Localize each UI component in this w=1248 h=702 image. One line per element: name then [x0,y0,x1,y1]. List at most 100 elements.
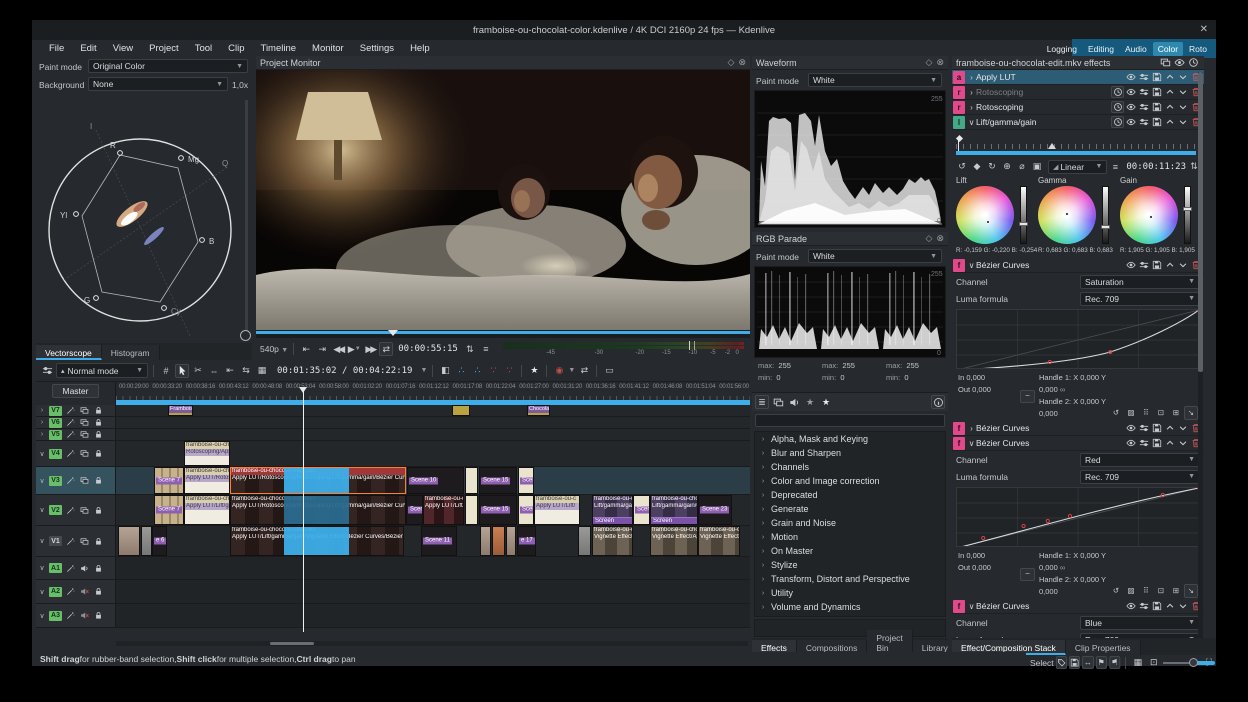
timeline-clip[interactable] [465,467,478,494]
subtitle-icon[interactable]: ▭ [602,364,616,378]
composition-screen[interactable]: Screen [651,517,697,524]
favorite-effects-icon[interactable]: ★ [819,395,833,409]
expand-chevron-icon[interactable]: ∨ [967,261,976,270]
timeline-clip[interactable]: Scene 7 [154,495,184,525]
track-collapse-chevron[interactable]: › [38,431,46,438]
overwrite-zone-icon[interactable]: ∴ [470,364,484,378]
enable-effect-eye-icon[interactable] [1124,101,1137,113]
track-collapse-chevron[interactable]: ∨ [38,612,46,620]
timeline-clip[interactable]: framboise-ou-chocolat-edit.mkvApply LUT/… [230,467,406,494]
curve-editor[interactable] [956,309,1200,369]
luma-formula-select[interactable]: Rec. 709▼ [1080,470,1200,484]
timeline-clip[interactable]: Scene 7 [154,467,184,494]
monitor-timecode[interactable]: 00:00:55:15 [398,344,458,354]
presets-icon[interactable] [1137,116,1150,128]
stack-clock-icon[interactable] [1186,56,1200,70]
close-panel-icon[interactable]: ⊗ [738,57,746,68]
effect-category-stylize[interactable]: ›Stylize [755,558,945,572]
workspace-tab-editing[interactable]: Editing [1083,42,1119,56]
menu-file[interactable]: File [42,41,71,56]
track-composite-icon[interactable] [79,448,90,459]
resize-icon[interactable]: ↔ [1082,656,1093,669]
move-effect-up-icon[interactable] [1163,600,1176,612]
effect-category-utility[interactable]: ›Utility [755,586,945,600]
slip-tool-icon[interactable]: ⇤ [223,364,237,378]
timeline-clip[interactable]: Scene 15 [479,495,517,525]
timecode-spinner[interactable]: ⇅ [463,342,477,356]
track-composite-icon[interactable] [79,405,90,416]
effect-row-bezier-curves[interactable]: f∨Bézier Curves [952,599,1204,614]
save-effect-icon[interactable] [1150,101,1163,113]
track-composite-icon[interactable] [79,429,90,440]
track-collapse-chevron[interactable]: ∨ [38,537,46,545]
keyframe-ruler[interactable] [952,136,1204,158]
expand-chevron-icon[interactable]: › [967,88,976,97]
presets-icon[interactable] [1137,101,1150,113]
timeline-clip[interactable]: Scene 10 [407,467,464,494]
effect-row-apply-lut[interactable]: a›Apply LUT [952,70,1204,85]
save-effect-icon[interactable] [1150,437,1163,449]
tab-clip-properties[interactable]: Clip Properties [1066,640,1141,655]
enable-effect-eye-icon[interactable] [1124,86,1137,98]
loop-zone-icon[interactable]: ⇄ [379,342,393,356]
timeline-clip[interactable]: e 17 [517,526,536,556]
save-zone-icon[interactable] [1069,656,1080,669]
monitor-resolution-select[interactable]: 540p ▼ [260,344,288,354]
move-effect-down-icon[interactable] [1176,422,1189,434]
timeline-timecode[interactable]: 00:01:35:02 / 00:04:22:19 [277,366,412,376]
track-header-v1[interactable]: ∨V1 [36,526,116,556]
enable-effect-eye-icon[interactable] [1124,259,1137,271]
timeline-clip[interactable]: framboise-ou-chocolat-edit.mkvApply LUT/… [230,495,406,525]
timeline-ruler[interactable]: 00:00:29:0000:00:33:2000:00:38:1600:00:4… [116,382,750,400]
fast-forward-icon[interactable]: ▶▶ [363,342,377,356]
timeline-clip[interactable] [492,526,505,556]
edit-mode-select[interactable]: ▴ Normal mode▼ [56,363,148,378]
track-lock-icon[interactable] [93,405,104,416]
rewind-icon[interactable]: ◀◀ [331,342,345,356]
move-effect-up-icon[interactable] [1163,116,1176,128]
timeline-clip[interactable] [578,526,591,556]
channel-select[interactable]: Red▼ [1080,453,1200,467]
wheel-luma-slider[interactable] [1102,186,1109,244]
track-effects-wand-icon[interactable] [65,610,76,621]
insert-zone-icon[interactable]: ∴ [454,364,468,378]
keyframe-options-icon[interactable]: ▣ [1030,160,1044,174]
tab-vectorscope[interactable]: Vectorscope [36,345,102,360]
timeline-clip[interactable]: Frambois [168,405,193,416]
select-label[interactable]: Select [1030,658,1054,668]
effect-category-color-and-image-correction[interactable]: ›Color and Image correction [755,474,945,488]
track-lock-icon[interactable] [93,475,104,486]
background-select[interactable]: None▼ [88,77,228,91]
wheel-disc[interactable] [1038,186,1096,244]
prev-keyframe-icon[interactable]: ↺ [955,160,969,174]
mix-clips-icon[interactable]: ◧ [438,364,452,378]
timeline-hscrollbar[interactable] [116,641,748,646]
spacer-tool-icon[interactable]: ⇔ [207,364,221,378]
track-lock-icon[interactable] [93,586,104,597]
menu-view[interactable]: View [106,41,140,56]
track-collapse-chevron[interactable]: › [38,419,46,426]
copy-effect-icon[interactable] [1144,56,1158,70]
save-effect-icon[interactable] [1150,259,1163,271]
track-lane-a3[interactable] [116,604,750,627]
workspace-tab-color[interactable]: Color [1153,42,1183,56]
zoom-in-curve-icon[interactable]: ⊞ [1169,584,1183,598]
effect-row-bezier-curves[interactable]: f∨Bézier Curves [952,436,1204,451]
reset-curve-icon[interactable]: ↺ [1109,406,1123,420]
expand-chevron-icon[interactable]: › [967,103,976,112]
timeline-settings-icon[interactable] [40,364,54,378]
waveform-titlebar[interactable]: Waveform ◇⊗ [752,56,948,70]
timeline-clip[interactable]: framboise-ou-choApply LUT/Rotosc [184,467,230,494]
grid-icon[interactable]: ⠿ [1139,406,1153,420]
track-lane-v5[interactable] [116,429,750,440]
move-effect-up-icon[interactable] [1163,259,1176,271]
playhead-marker[interactable] [1048,143,1056,149]
curve-editor[interactable] [956,487,1200,547]
expand-chevron-icon[interactable]: ∨ [967,118,976,127]
gradient-bg-icon[interactable]: ▨ [1124,584,1138,598]
enable-effect-eye-icon[interactable] [1124,422,1137,434]
move-effect-down-icon[interactable] [1176,116,1189,128]
track-collapse-chevron[interactable]: ∨ [38,564,46,572]
effect-category-on-master[interactable]: ›On Master [755,544,945,558]
track-lane-v1[interactable]: e 6framboise-ou-chocolat-edit.mkvApply L… [116,526,750,556]
